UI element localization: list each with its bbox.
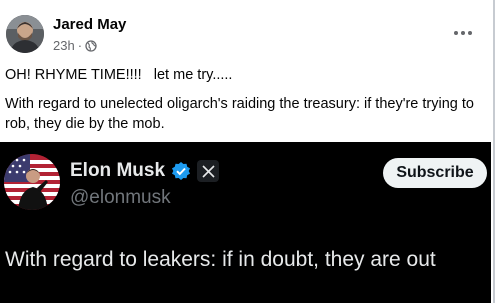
post-meta: 23h · bbox=[53, 38, 97, 53]
tweet-avatar[interactable] bbox=[4, 154, 60, 210]
post-text-line2: With regard to unelected oligarch's raid… bbox=[5, 96, 474, 132]
tweet-author-name[interactable]: Elon Musk bbox=[70, 160, 165, 182]
x-glyph bbox=[201, 164, 215, 178]
x-logo-icon bbox=[197, 160, 220, 182]
tweet-text: With regard to leakers: if in doubt, the… bbox=[5, 248, 436, 271]
meta-separator: · bbox=[77, 38, 83, 53]
author-photo bbox=[6, 15, 44, 53]
more-options-button[interactable] bbox=[448, 20, 478, 46]
dot-icon bbox=[461, 31, 465, 35]
author-name[interactable]: Jared May bbox=[53, 16, 126, 33]
dot-icon bbox=[454, 31, 458, 35]
post-time[interactable]: 23h bbox=[53, 38, 75, 53]
tweet-avatar-photo bbox=[4, 154, 60, 210]
globe-icon[interactable] bbox=[85, 39, 97, 52]
post-text-line1: OH! RHYME TIME!!!! let me try..... bbox=[5, 67, 233, 83]
tweet-handle[interactable]: @elonmusk bbox=[70, 187, 171, 209]
author-avatar[interactable] bbox=[6, 15, 44, 53]
facebook-post: Jared May 23h · OH! RHYME TIME!!!! let m… bbox=[0, 0, 494, 303]
dot-icon bbox=[468, 31, 472, 35]
verified-badge-icon bbox=[172, 162, 191, 180]
subscribe-button[interactable]: Subscribe bbox=[383, 158, 487, 188]
tweet-author-row: Elon Musk bbox=[70, 160, 220, 182]
